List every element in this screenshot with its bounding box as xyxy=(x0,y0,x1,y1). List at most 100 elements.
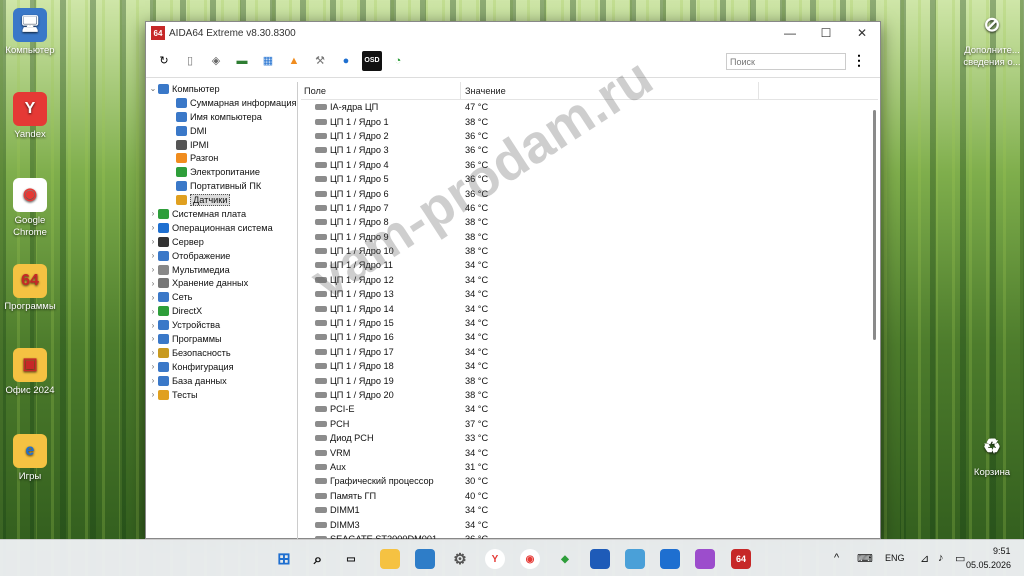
tree-item[interactable]: Электропитание xyxy=(146,165,297,179)
tree-item[interactable]: › Конфигурация xyxy=(146,360,297,374)
title-bar[interactable]: 64 AIDA64 Extreme v8.30.8300 — ☐ ✕ xyxy=(146,22,880,44)
desktop-icon-0[interactable]: 🖥 Компьютер xyxy=(2,8,58,57)
desktop-icon-3[interactable]: 64 Программы xyxy=(2,264,58,313)
task-view-icon[interactable]: ▭ xyxy=(341,549,361,569)
refresh-icon[interactable]: ↻ xyxy=(154,51,174,71)
expand-arrow-icon[interactable]: › xyxy=(148,237,158,246)
table-row[interactable]: ЦП 1 / Ядро 4 36 °C xyxy=(301,158,878,172)
volume-icon[interactable]: ♪ xyxy=(938,552,944,564)
table-row[interactable]: Диод PCH 33 °C xyxy=(301,431,878,445)
tree-item[interactable]: › Сервер xyxy=(146,235,297,249)
keyboard-icon[interactable]: ⌨ xyxy=(857,552,873,565)
paint-icon[interactable] xyxy=(625,549,645,569)
table-row[interactable]: ЦП 1 / Ядро 16 34 °C xyxy=(301,330,878,344)
expand-arrow-icon[interactable]: ⌄ xyxy=(148,84,158,93)
tree-item[interactable]: ⌄ Компьютер xyxy=(146,82,297,96)
expand-arrow-icon[interactable]: › xyxy=(148,362,158,371)
save-icon[interactable] xyxy=(590,549,610,569)
desktop-icon-2[interactable]: ◉ Google Chrome xyxy=(2,178,58,239)
network-icon[interactable]: ▦ xyxy=(258,51,278,71)
desktop-icon-right-1[interactable]: ♻ Корзина xyxy=(962,430,1022,479)
language-indicator[interactable]: ENG xyxy=(885,553,905,563)
desktop-icon-1[interactable]: Y Yandex xyxy=(2,92,58,141)
expand-arrow-icon[interactable]: › xyxy=(148,376,158,385)
tree-item[interactable]: Портативный ПК xyxy=(146,179,297,193)
yandex-icon[interactable]: Y xyxy=(485,549,505,569)
table-row[interactable]: Память ГП 40 °C xyxy=(301,489,878,503)
tree-item[interactable]: › Сеть xyxy=(146,290,297,304)
tree-item[interactable]: › Операционная система xyxy=(146,221,297,235)
table-row[interactable]: ЦП 1 / Ядро 15 34 °C xyxy=(301,316,878,330)
tree-item[interactable]: › База данных xyxy=(146,374,297,388)
table-row[interactable]: DIMM3 34 °C xyxy=(301,517,878,531)
tree-item[interactable]: Имя компьютера xyxy=(146,110,297,124)
file-explorer-icon[interactable] xyxy=(380,549,400,569)
report-icon[interactable]: ▯ xyxy=(180,51,200,71)
tree-item[interactable]: Датчики xyxy=(146,193,297,207)
table-row[interactable]: ЦП 1 / Ядро 13 34 °C xyxy=(301,287,878,301)
table-row[interactable]: VRM 34 °C xyxy=(301,445,878,459)
chrome-icon[interactable]: ◉ xyxy=(520,549,540,569)
expand-arrow-icon[interactable]: › xyxy=(148,334,158,343)
network-tray-icon[interactable]: ⊿ xyxy=(920,552,929,565)
desktop-icon-right-0[interactable]: ⊘ Дополните... сведения о... xyxy=(962,8,1022,69)
expand-arrow-icon[interactable]: › xyxy=(148,321,158,330)
android-icon[interactable]: ◆ xyxy=(555,549,575,569)
table-row[interactable]: ЦП 1 / Ядро 18 34 °C xyxy=(301,359,878,373)
close-button[interactable]: ✕ xyxy=(844,22,880,44)
osd-icon[interactable]: OSD xyxy=(362,50,382,71)
tree-item[interactable]: IPMI xyxy=(146,138,297,152)
table-row[interactable]: ЦП 1 / Ядро 14 34 °C xyxy=(301,301,878,315)
minimize-button[interactable]: — xyxy=(772,22,808,44)
tree-item[interactable]: DMI xyxy=(146,124,297,138)
table-row[interactable]: Aux 31 °C xyxy=(301,460,878,474)
desktop-icon-5[interactable]: e Игры xyxy=(2,434,58,483)
clock-time[interactable]: 9:51 xyxy=(993,546,1011,556)
table-row[interactable]: PCI-E 34 °C xyxy=(301,402,878,416)
expand-arrow-icon[interactable]: › xyxy=(148,348,158,357)
table-row[interactable]: ЦП 1 / Ядро 20 38 °C xyxy=(301,388,878,402)
tree-item[interactable]: › Мультимедиа xyxy=(146,263,297,277)
maximize-button[interactable]: ☐ xyxy=(808,22,844,44)
tools-icon[interactable]: ⚒ xyxy=(310,51,330,71)
battery-icon[interactable]: ▭ xyxy=(955,552,965,565)
column-header-field[interactable]: Поле xyxy=(301,82,461,99)
table-row[interactable]: ЦП 1 / Ядро 5 36 °C xyxy=(301,172,878,186)
tree-item[interactable]: › Программы xyxy=(146,332,297,346)
expand-arrow-icon[interactable]: › xyxy=(148,265,158,274)
search-icon[interactable]: ⌕ xyxy=(308,549,328,569)
tree-item[interactable]: › Безопасность xyxy=(146,346,297,360)
tree-item[interactable]: › Устройства xyxy=(146,318,297,332)
expand-arrow-icon[interactable]: › xyxy=(148,390,158,399)
settings-icon[interactable]: ⚙ xyxy=(450,549,470,569)
table-row[interactable]: Графический процессор 30 °C xyxy=(301,474,878,488)
tray-chevron-icon[interactable]: ^ xyxy=(834,552,839,564)
gauge-icon[interactable]: ◔ xyxy=(388,51,408,71)
tree-item[interactable]: › DirectX xyxy=(146,304,297,318)
tree-item[interactable]: Разгон xyxy=(146,151,297,165)
photos-icon[interactable] xyxy=(415,549,435,569)
search-input[interactable] xyxy=(726,53,846,70)
table-row[interactable]: ЦП 1 / Ядро 6 36 °C xyxy=(301,186,878,200)
table-row[interactable]: ЦП 1 / Ядро 17 34 °C xyxy=(301,345,878,359)
expand-arrow-icon[interactable]: › xyxy=(148,279,158,288)
table-row[interactable]: DIMM1 34 °C xyxy=(301,503,878,517)
flame-icon[interactable]: ▲ xyxy=(284,51,304,71)
tree-item[interactable]: › Системная плата xyxy=(146,207,297,221)
expand-arrow-icon[interactable]: › xyxy=(148,293,158,302)
expand-arrow-icon[interactable]: › xyxy=(148,223,158,232)
tree-item[interactable]: › Отображение xyxy=(146,249,297,263)
desktop-icon-4[interactable]: ▣ Офис 2024 xyxy=(2,348,58,397)
expand-arrow-icon[interactable]: › xyxy=(148,307,158,316)
clock-date[interactable]: 05.05.2026 xyxy=(966,560,1011,570)
tree-item[interactable]: › Хранение данных xyxy=(146,276,297,290)
store-icon[interactable] xyxy=(660,549,680,569)
vertical-scrollbar[interactable] xyxy=(873,110,876,340)
table-row[interactable]: SEAGATE ST2000DM001 36 °C xyxy=(301,532,878,539)
user-icon[interactable]: ● xyxy=(336,51,356,71)
more-menu-icon[interactable]: ⋮ xyxy=(852,52,866,69)
table-row[interactable]: ЦП 1 / Ядро 19 38 °C xyxy=(301,373,878,387)
expand-arrow-icon[interactable]: › xyxy=(148,209,158,218)
start-icon[interactable]: ⊞ xyxy=(274,549,294,569)
tree-item[interactable]: Суммарная информация xyxy=(146,96,297,110)
